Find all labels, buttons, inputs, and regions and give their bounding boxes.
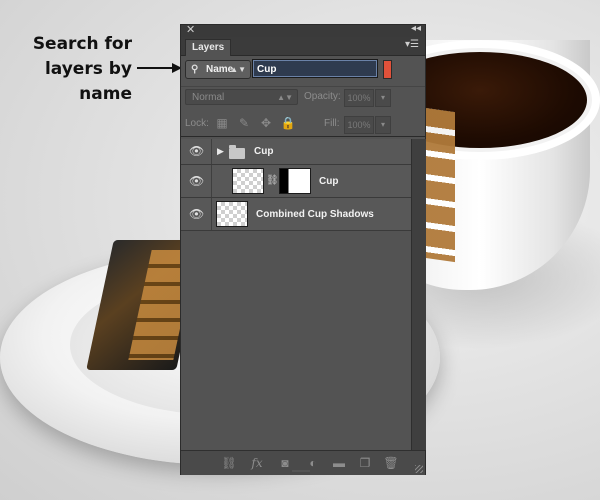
visibility-cell[interactable]: 👁: [181, 198, 212, 230]
filter-search-input[interactable]: Cup: [252, 59, 378, 78]
opacity-input[interactable]: 100%: [344, 89, 374, 107]
layer-name: Cup: [254, 146, 274, 157]
callout-line-3: name: [79, 84, 132, 104]
layer-thumbnail: [216, 201, 248, 227]
layer-row-masked[interactable]: 👁 ⛓ Cup: [181, 165, 411, 198]
lock-row: Lock: ▦ ✎ ✥ 🔒 Fill: 100% ▾: [181, 112, 425, 137]
visibility-cell[interactable]: 👁: [181, 165, 212, 197]
layers-scrollbar[interactable]: [411, 139, 426, 450]
fx-icon[interactable]: fx: [249, 455, 265, 471]
new-layer-icon[interactable]: ❐: [357, 455, 373, 471]
expand-triangle-icon[interactable]: ▶: [217, 146, 224, 157]
blend-mode-value: Normal: [192, 92, 225, 103]
visibility-cell[interactable]: 👁: [181, 139, 212, 164]
chain-link-icon[interactable]: ⛓: [266, 175, 279, 186]
layer-name: Cup: [319, 176, 339, 187]
callout-line-2: layers by: [44, 59, 132, 79]
lock-transparent-icon[interactable]: ▦: [214, 115, 230, 131]
link-icon[interactable]: ⛓: [221, 455, 237, 471]
lock-all-icon[interactable]: 🔒: [280, 115, 296, 131]
blend-mode-select[interactable]: Normal ▲▼: [185, 89, 298, 105]
panel-bottom-handle: [292, 470, 310, 472]
fill-input[interactable]: 100%: [344, 116, 374, 134]
adjustment-icon[interactable]: ◐: [305, 455, 321, 471]
folder-icon: [229, 145, 245, 159]
callout-arrow: [137, 67, 177, 69]
layer-thumbnail: [232, 168, 264, 194]
panel-tabbar: Layers ▾☰: [181, 37, 425, 56]
eye-icon[interactable]: 👁: [189, 174, 204, 188]
callout-text: Search for layers by name: [0, 32, 132, 107]
fill-dropdown[interactable]: ▾: [375, 116, 391, 134]
mask-thumbnail[interactable]: [279, 168, 311, 194]
new-group-icon[interactable]: ▬: [331, 455, 347, 471]
layer-name: Combined Cup Shadows: [256, 209, 374, 220]
opacity-label: Opacity:: [304, 91, 341, 102]
lock-move-icon[interactable]: ✥: [258, 115, 274, 131]
fill-label: Fill:: [324, 118, 340, 129]
search-icon: ⚲: [191, 64, 199, 75]
filter-type-label: Name: [206, 64, 234, 75]
opacity-dropdown[interactable]: ▾: [375, 89, 391, 107]
lock-label: Lock:: [185, 118, 209, 129]
callout-line-1: Search for: [32, 34, 132, 54]
layer-row-shadows[interactable]: 👁 Combined Cup Shadows: [181, 198, 411, 231]
eye-icon[interactable]: 👁: [189, 207, 204, 221]
collapse-icon[interactable]: ◂◂: [411, 23, 421, 34]
blend-row: Normal ▲▼ Opacity: 100% ▾: [181, 86, 425, 109]
cake-slice: [425, 107, 455, 263]
filter-toggle-switch[interactable]: [383, 60, 392, 79]
lock-paint-icon[interactable]: ✎: [236, 115, 252, 131]
layers-panel: ✕ ◂◂ Layers ▾☰ ⚲ Name ▲▼ Cup Normal ▲▼ O…: [180, 23, 426, 475]
filter-row: ⚲ Name ▲▼ Cup: [181, 56, 425, 82]
resize-grip[interactable]: [415, 465, 423, 473]
filter-type-select[interactable]: ⚲ Name ▲▼: [185, 60, 251, 79]
updown-icon: ▲▼: [230, 65, 246, 74]
layer-row-group[interactable]: 👁 ▶ Cup: [181, 139, 411, 165]
trash-icon[interactable]: 🗑: [383, 455, 399, 471]
eye-icon[interactable]: 👁: [189, 144, 204, 158]
panel-menu-icon[interactable]: ▾☰: [405, 39, 419, 50]
layers-list: 👁 ▶ Cup 👁 ⛓ Cup 👁 Combined Cup Shadows: [181, 139, 411, 450]
updown-icon: ▲▼: [277, 93, 293, 102]
mask-icon[interactable]: ◙: [277, 455, 293, 471]
tab-layers[interactable]: Layers: [185, 39, 232, 56]
panel-titlebar: ✕ ◂◂: [181, 23, 425, 37]
close-icon[interactable]: ✕: [186, 23, 195, 36]
